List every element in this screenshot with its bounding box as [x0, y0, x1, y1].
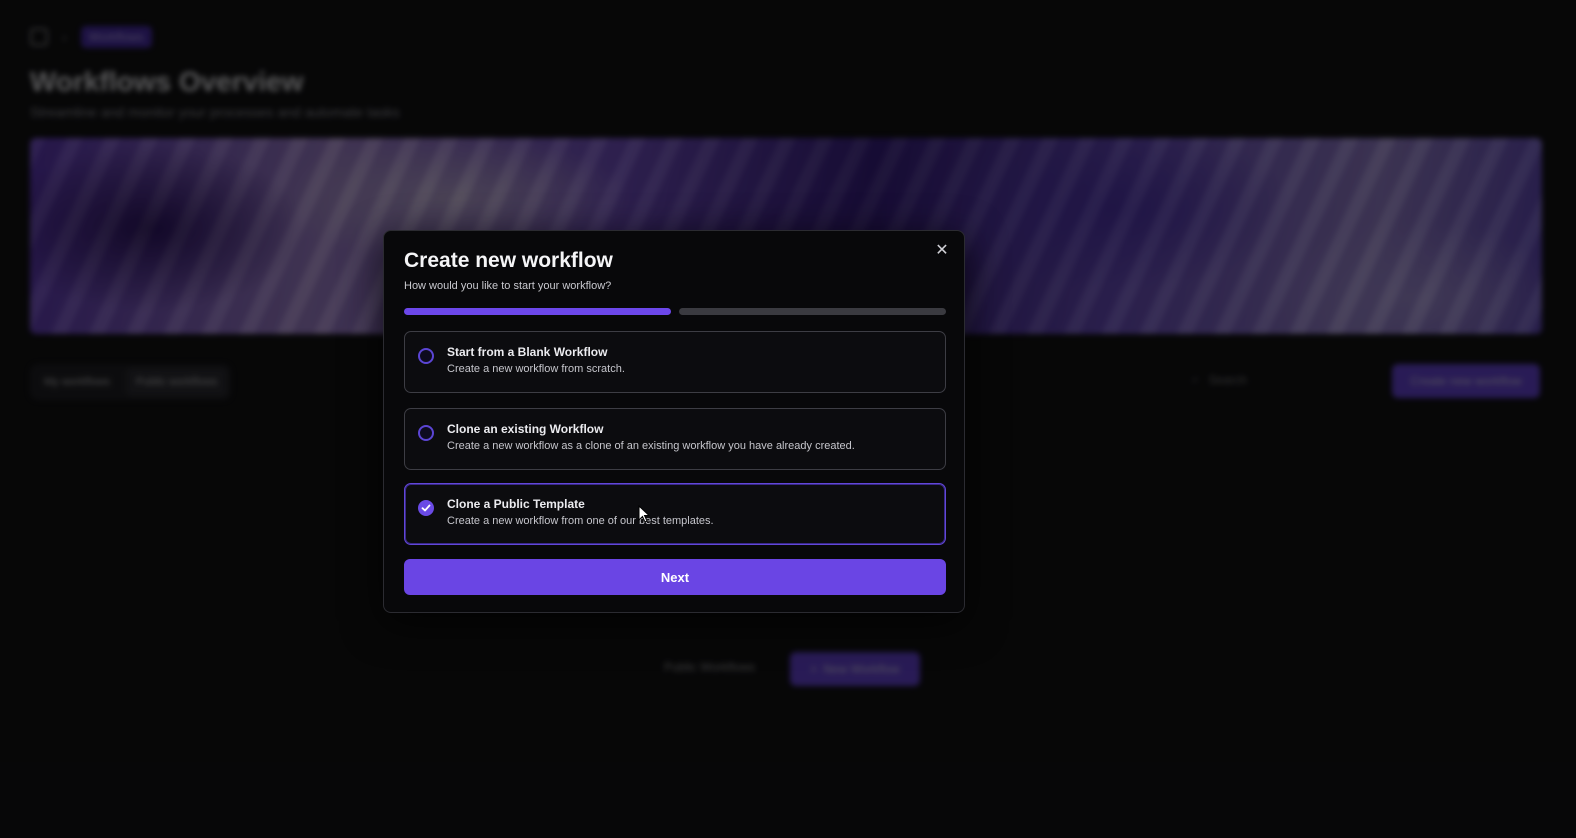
modal-title: Create new workflow: [404, 249, 613, 272]
radio-button[interactable]: [418, 348, 434, 364]
mouse-cursor-icon: [638, 505, 650, 523]
option-title: Start from a Blank Workflow: [447, 345, 608, 359]
option-title: Clone a Public Template: [447, 497, 585, 511]
next-button[interactable]: Next: [404, 559, 946, 595]
option-title: Clone an existing Workflow: [447, 422, 604, 436]
option-clone-existing[interactable]: Clone an existing Workflow Create a new …: [404, 408, 946, 470]
close-icon[interactable]: ✕: [934, 243, 950, 259]
create-workflow-modal: ✕ Create new workflow How would you like…: [383, 230, 965, 613]
option-description: Create a new workflow from scratch.: [447, 363, 625, 375]
option-description: Create a new workflow as a clone of an e…: [447, 440, 855, 452]
option-blank-workflow[interactable]: Start from a Blank Workflow Create a new…: [404, 331, 946, 393]
check-icon: [421, 504, 431, 512]
radio-button-checked[interactable]: [418, 500, 434, 516]
option-clone-public-template[interactable]: Clone a Public Template Create a new wor…: [404, 483, 946, 545]
step-progress-bar: [404, 308, 946, 315]
option-description: Create a new workflow from one of our be…: [447, 515, 714, 527]
progress-step-2: [679, 308, 946, 315]
radio-button[interactable]: [418, 425, 434, 441]
modal-subtitle: How would you like to start your workflo…: [404, 280, 612, 292]
progress-step-1: [404, 308, 671, 315]
